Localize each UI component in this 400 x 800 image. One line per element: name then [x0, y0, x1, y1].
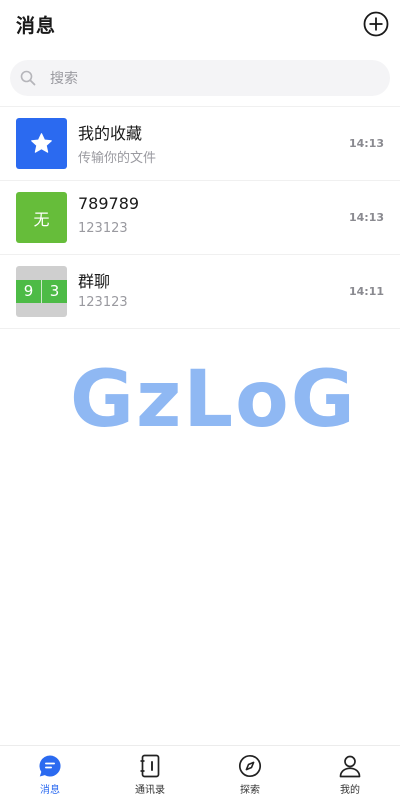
search-input[interactable] [48, 60, 372, 98]
avatar: 无 [16, 192, 67, 243]
contacts-book-icon [140, 754, 160, 778]
avatar-cell: 9 [23, 282, 34, 300]
compass-icon [238, 754, 262, 778]
conversation-preview: 传输你的文件 [78, 151, 157, 166]
watermark-logo: GzLoG [70, 355, 357, 445]
chat-bubble-icon [39, 755, 61, 777]
tab-label: 消息 [40, 785, 60, 796]
conversation-time: 14:13 [348, 137, 384, 150]
bottom-tab-bar: 消息 通讯录 探索 我的 [0, 745, 400, 800]
avatar [16, 118, 67, 169]
plus-circle-icon[interactable] [363, 11, 389, 37]
conversation-time: 14:13 [348, 211, 384, 224]
user-icon [339, 755, 361, 778]
group-avatar: 9 3 [16, 266, 67, 317]
search-bar[interactable] [10, 60, 390, 98]
star-icon [31, 133, 52, 153]
conversation-name: 我的收藏 [78, 124, 143, 143]
conversation-preview: 123123 [78, 221, 128, 236]
search-icon [20, 70, 36, 86]
conversation-name: 群聊 [78, 272, 111, 291]
conversation-item[interactable]: 无 789789 123123 14:13 [0, 181, 400, 255]
conversation-item[interactable]: 9 3 群聊 123123 14:11 [0, 255, 400, 329]
conversation-preview: 123123 [78, 295, 128, 310]
page-title: 消息 [16, 15, 57, 37]
header: 消息 [0, 0, 400, 52]
tab-label: 通讯录 [135, 785, 165, 796]
conversation-item[interactable]: 我的收藏 传输你的文件 14:13 [0, 107, 400, 181]
tab-label: 我的 [340, 785, 360, 796]
tab-me[interactable]: 我的 [300, 746, 400, 800]
avatar-cell: 3 [49, 282, 60, 300]
tab-contacts[interactable]: 通讯录 [100, 746, 200, 800]
conversation-name: 789789 [78, 194, 140, 213]
conversation-time: 14:11 [348, 285, 384, 298]
tab-label: 探索 [240, 785, 260, 796]
avatar-text: 无 [33, 209, 50, 229]
tab-messages[interactable]: 消息 [0, 746, 100, 800]
tab-explore[interactable]: 探索 [200, 746, 300, 800]
app-root: 消息 我的收藏 传输你的文件 14:13 无 789789 123123 [0, 0, 400, 800]
